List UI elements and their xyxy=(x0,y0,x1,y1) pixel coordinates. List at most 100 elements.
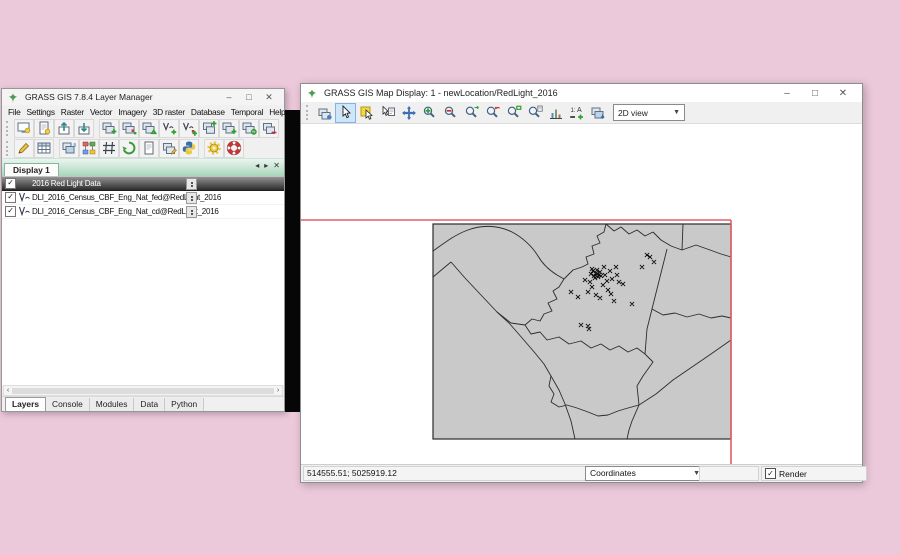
layer-manager-toolbar-2 xyxy=(2,138,284,158)
md-minimize-button[interactable]: – xyxy=(773,85,801,101)
layer-manager-toolbar-1 xyxy=(2,118,284,138)
vector-map-icon xyxy=(18,192,31,203)
save-file-icon[interactable] xyxy=(587,103,608,123)
tab-close-icon[interactable]: ✕ xyxy=(273,161,280,170)
display-map-icon[interactable] xyxy=(314,103,335,123)
layer-row-1[interactable]: ✓DLI_2016_Census_CBF_Eng_Nat_fed@RedLigh… xyxy=(2,191,284,205)
query-icon[interactable] xyxy=(377,103,398,123)
menu-file[interactable]: File xyxy=(5,107,24,117)
toolbar-gripper xyxy=(6,141,12,156)
md-maximize-button[interactable]: □ xyxy=(801,85,829,101)
add-raster-icon[interactable] xyxy=(99,119,119,138)
menu-imagery[interactable]: Imagery xyxy=(115,107,150,117)
zoom-menu-icon[interactable] xyxy=(524,103,545,123)
render-checkbox[interactable]: ✓ xyxy=(765,468,776,479)
layer-row-2[interactable]: ✓DLI_2016_Census_CBF_Eng_Nat_cd@RedLight… xyxy=(2,205,284,219)
map-display-titlebar[interactable]: GRASS GIS Map Display: 1 - newLocation/R… xyxy=(301,84,862,102)
layer-row-0[interactable]: ✓2016 Red Light Data xyxy=(2,177,284,191)
grass-logo-icon xyxy=(7,92,20,103)
layer-checkbox[interactable]: ✓ xyxy=(5,178,16,189)
map-svg xyxy=(301,124,862,464)
layer-checkbox[interactable]: ✓ xyxy=(5,192,16,203)
new-display-icon[interactable] xyxy=(14,119,34,138)
lm-close-button[interactable]: ✕ xyxy=(259,91,279,104)
georectify-icon[interactable] xyxy=(99,139,119,158)
zoom-in-icon[interactable] xyxy=(419,103,440,123)
lm-maximize-button[interactable]: □ xyxy=(239,91,259,104)
background-window-strip xyxy=(284,110,301,412)
script-icon[interactable] xyxy=(139,139,159,158)
layer-manager-title: GRASS GIS 7.8.4 Layer Manager xyxy=(25,92,153,102)
tab-next-icon[interactable]: ▸ xyxy=(264,161,268,170)
add-vector-misc-icon[interactable] xyxy=(179,119,199,138)
save-edit-icon[interactable] xyxy=(159,139,179,158)
python-icon[interactable] xyxy=(179,139,199,158)
create-workspace-icon[interactable] xyxy=(34,119,54,138)
tab-modules[interactable]: Modules xyxy=(90,398,135,411)
scroll-right-icon[interactable]: › xyxy=(274,387,282,394)
tab-console[interactable]: Console xyxy=(46,398,90,411)
vector-map-icon xyxy=(18,206,31,217)
scrollbar-thumb[interactable] xyxy=(12,388,274,394)
statusbar-mode-dropdown[interactable]: Coordinates ▼ xyxy=(585,466,705,481)
select-icon[interactable] xyxy=(356,103,377,123)
analyze-icon[interactable] xyxy=(545,103,566,123)
tab-prev-icon[interactable]: ◂ xyxy=(255,161,259,170)
tab-layers[interactable]: Layers xyxy=(5,397,46,411)
add-labels-icon[interactable] xyxy=(239,119,259,138)
statusbar-mode-value: Coordinates xyxy=(590,467,636,480)
add-vector-icon[interactable] xyxy=(159,119,179,138)
layer-manager-titlebar[interactable]: GRASS GIS 7.8.4 Layer Manager –□✕ xyxy=(2,89,284,105)
menu-temporal[interactable]: Temporal xyxy=(228,107,266,117)
horizontal-scrollbar[interactable]: ‹ › xyxy=(3,385,283,396)
edit-pencil-icon[interactable] xyxy=(14,139,34,158)
md-close-button[interactable]: ✕ xyxy=(829,85,857,101)
scroll-left-icon[interactable]: ‹ xyxy=(4,387,12,394)
add-map-elements-icon[interactable]: 1:A xyxy=(566,103,587,123)
statusbar-spacer xyxy=(699,466,759,481)
add-group-icon[interactable] xyxy=(199,119,219,138)
tab-data[interactable]: Data xyxy=(134,398,165,411)
layer-manager-menubar: FileSettingsRasterVectorImagery3D raster… xyxy=(2,105,284,118)
menu-help[interactable]: Help xyxy=(266,107,288,117)
pan-icon[interactable] xyxy=(398,103,419,123)
tab-display-1[interactable]: Display 1 xyxy=(4,163,59,176)
layer-grip-button[interactable] xyxy=(186,192,197,204)
display-tab-nav: ◂ ▸ ✕ xyxy=(255,161,280,170)
render-label: Render xyxy=(779,469,807,479)
zoom-out-icon[interactable] xyxy=(440,103,461,123)
layer-grip-button[interactable] xyxy=(186,206,197,218)
layer-checkbox[interactable]: ✓ xyxy=(5,206,16,217)
menu-settings[interactable]: Settings xyxy=(24,107,58,117)
map-display-window-controls: –□✕ xyxy=(773,85,857,101)
save-workspace-icon[interactable] xyxy=(74,119,94,138)
add-raster-misc-icon[interactable] xyxy=(119,119,139,138)
menu-raster[interactable]: Raster xyxy=(58,107,87,117)
map-swipe-icon[interactable] xyxy=(59,139,79,158)
svg-text:A: A xyxy=(577,107,582,114)
attribute-table-icon[interactable] xyxy=(34,139,54,158)
menu-vector[interactable]: Vector xyxy=(87,107,115,117)
zoom-selected-icon[interactable] xyxy=(461,103,482,123)
help-ring-icon[interactable] xyxy=(224,139,244,158)
remove-layer-icon[interactable] xyxy=(259,119,279,138)
menu-3d-raster[interactable]: 3D raster xyxy=(150,107,188,117)
settings-gear-icon[interactable] xyxy=(204,139,224,158)
tab-python[interactable]: Python xyxy=(165,398,204,411)
zoom-region-icon[interactable] xyxy=(503,103,524,123)
graphical-modeler-icon[interactable] xyxy=(79,139,99,158)
map-display-toolbar: 1:A 2D view ▼ xyxy=(301,102,862,124)
pointer-icon[interactable] xyxy=(335,103,356,123)
zoom-back-icon[interactable] xyxy=(482,103,503,123)
add-raster-3d-icon[interactable] xyxy=(139,119,159,138)
view-mode-dropdown[interactable]: 2D view ▼ xyxy=(613,104,685,121)
animation-icon[interactable] xyxy=(119,139,139,158)
map-display-statusbar: 514555.51; 5025919.12 Coordinates ▼ ✓ Re… xyxy=(301,464,862,482)
add-overlay-icon[interactable] xyxy=(219,119,239,138)
layer-grip-button[interactable] xyxy=(186,178,197,190)
menu-database[interactable]: Database xyxy=(188,107,228,117)
open-workspace-icon[interactable] xyxy=(54,119,74,138)
map-canvas[interactable] xyxy=(301,124,862,464)
layer-tree: ✓2016 Red Light Data✓DLI_2016_Census_CBF… xyxy=(2,176,284,385)
lm-minimize-button[interactable]: – xyxy=(219,91,239,104)
